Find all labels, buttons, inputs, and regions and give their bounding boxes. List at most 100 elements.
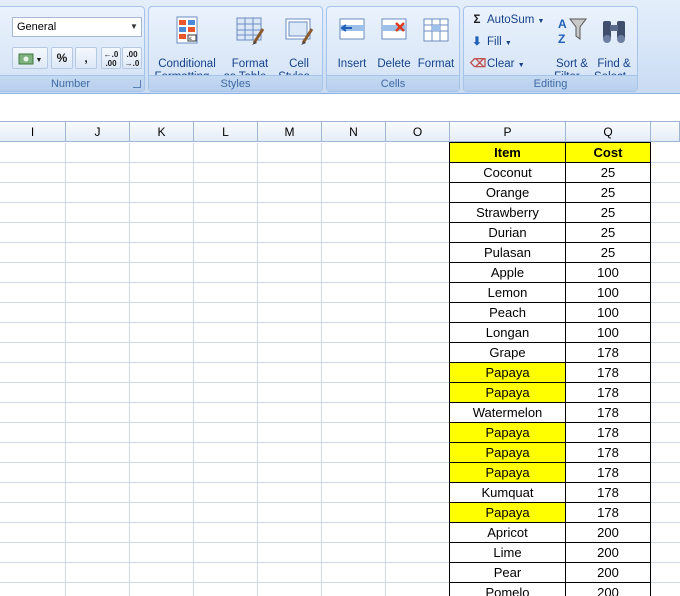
svg-text:Z: Z bbox=[558, 32, 565, 46]
item-cell[interactable]: Papaya bbox=[450, 423, 565, 442]
increase-decimal-icon: ←.0 .00 bbox=[103, 50, 119, 68]
formula-bar[interactable] bbox=[0, 94, 680, 122]
sort-filter-icon: A Z bbox=[558, 17, 587, 46]
table-row-border bbox=[449, 582, 651, 583]
item-cell[interactable]: Papaya bbox=[450, 383, 565, 402]
cost-cell[interactable]: 178 bbox=[566, 343, 650, 362]
cost-cell[interactable]: 178 bbox=[566, 443, 650, 462]
table-row-border bbox=[449, 462, 651, 463]
number-group-label: Number bbox=[0, 75, 144, 91]
item-cell[interactable]: Peach bbox=[450, 303, 565, 322]
item-cell[interactable]: Pomelo bbox=[450, 583, 565, 596]
column-header-r[interactable] bbox=[651, 122, 680, 142]
cost-cell[interactable]: 178 bbox=[566, 383, 650, 402]
table-row-border bbox=[449, 242, 651, 243]
insert-cells-icon bbox=[339, 18, 365, 40]
percent-style-button[interactable]: % bbox=[51, 47, 73, 69]
chevron-down-icon: ▼ bbox=[130, 22, 138, 31]
item-cell[interactable]: Coconut bbox=[450, 163, 565, 182]
fill-down-icon: ⬇ bbox=[472, 36, 482, 48]
column-header-q[interactable]: Q bbox=[566, 122, 651, 142]
item-cell[interactable]: Papaya bbox=[450, 503, 565, 522]
item-cell[interactable]: Apple bbox=[450, 263, 565, 282]
cost-cell[interactable]: 25 bbox=[566, 163, 650, 182]
cost-cell[interactable]: 25 bbox=[566, 203, 650, 222]
dialog-launcher-icon[interactable] bbox=[133, 80, 141, 88]
column-header-n[interactable]: N bbox=[322, 122, 386, 142]
item-cell[interactable]: Kumquat bbox=[450, 483, 565, 502]
worksheet-grid[interactable]: Item Cost Coconut 25 Orange 25 Strawberry 25 Dur… bbox=[0, 142, 680, 596]
table-header-cost[interactable]: Cost bbox=[566, 143, 650, 162]
increase-decimal-button[interactable]: ←.0 .00 bbox=[101, 47, 121, 69]
sigma-icon: Σ bbox=[473, 14, 481, 26]
item-cell[interactable]: Grape bbox=[450, 343, 565, 362]
clear-button[interactable]: ⌫Clear ▼ bbox=[470, 55, 525, 73]
table-row-border bbox=[449, 342, 651, 343]
cost-cell[interactable]: 178 bbox=[566, 363, 650, 382]
cost-cell[interactable]: 25 bbox=[566, 183, 650, 202]
cost-cell[interactable]: 178 bbox=[566, 503, 650, 522]
cost-cell[interactable]: 25 bbox=[566, 223, 650, 242]
format-as-table-icon bbox=[236, 17, 265, 45]
comma-style-button[interactable]: , bbox=[75, 47, 97, 69]
cost-cell[interactable]: 178 bbox=[566, 403, 650, 422]
fill-button[interactable]: ⬇ Fill ▼ bbox=[470, 33, 512, 51]
column-headers: IJKLMNOPQ bbox=[0, 122, 680, 142]
column-header-p[interactable]: P bbox=[450, 122, 566, 142]
column-header-j[interactable]: J bbox=[66, 122, 130, 142]
column-header-m[interactable]: M bbox=[258, 122, 322, 142]
item-cell[interactable]: Pulasan bbox=[450, 243, 565, 262]
cost-cell[interactable]: 100 bbox=[566, 263, 650, 282]
item-cell[interactable]: Longan bbox=[450, 323, 565, 342]
svg-text:≤: ≤ bbox=[189, 36, 192, 42]
item-cell[interactable]: Strawberry bbox=[450, 203, 565, 222]
item-cell[interactable]: Papaya bbox=[450, 463, 565, 482]
item-cell[interactable]: Lemon bbox=[450, 283, 565, 302]
cost-cell[interactable]: 178 bbox=[566, 423, 650, 442]
table-row-border bbox=[449, 422, 651, 423]
item-cell[interactable]: Papaya bbox=[450, 363, 565, 382]
conditional-formatting-icon: ≤ bbox=[176, 16, 198, 44]
cost-cell[interactable]: 25 bbox=[566, 243, 650, 262]
gridline-vertical bbox=[321, 143, 322, 596]
cost-cell[interactable]: 178 bbox=[566, 483, 650, 502]
item-cell[interactable]: Durian bbox=[450, 223, 565, 242]
column-header-i[interactable]: I bbox=[0, 122, 66, 142]
cost-cell[interactable]: 100 bbox=[566, 303, 650, 322]
cost-cell[interactable]: 100 bbox=[566, 283, 650, 302]
table-header-item[interactable]: Item bbox=[450, 143, 565, 162]
table-row-border bbox=[449, 322, 651, 323]
item-cell[interactable]: Lime bbox=[450, 543, 565, 562]
item-cell[interactable]: Apricot bbox=[450, 523, 565, 542]
accounting-format-button[interactable]: ▼ bbox=[12, 47, 48, 69]
table-row-border bbox=[449, 482, 651, 483]
cost-cell[interactable]: 200 bbox=[566, 523, 650, 542]
table-row-border bbox=[449, 262, 651, 263]
table-row-border bbox=[449, 162, 651, 163]
item-cell[interactable]: Watermelon bbox=[450, 403, 565, 422]
autosum-button[interactable]: Σ AutoSum ▼ bbox=[470, 11, 545, 29]
cells-group-label: Cells bbox=[327, 75, 459, 91]
decrease-decimal-button[interactable]: .00 →.0 bbox=[122, 47, 142, 69]
cost-cell[interactable]: 178 bbox=[566, 463, 650, 482]
column-header-l[interactable]: L bbox=[194, 122, 258, 142]
styles-group-label: Styles bbox=[149, 75, 322, 91]
column-header-k[interactable]: K bbox=[130, 122, 194, 142]
number-group: General ▼ ▼ % , ←.0 .00 .00 →.0 Number bbox=[0, 6, 145, 92]
item-cell[interactable]: Papaya bbox=[450, 443, 565, 462]
currency-icon bbox=[18, 53, 34, 65]
cost-cell[interactable]: 100 bbox=[566, 323, 650, 342]
gridline-vertical bbox=[257, 143, 258, 596]
eraser-icon: ⌫ bbox=[470, 58, 487, 70]
cost-cell[interactable]: 200 bbox=[566, 543, 650, 562]
cost-cell[interactable]: 200 bbox=[566, 583, 650, 596]
item-cell[interactable]: Orange bbox=[450, 183, 565, 202]
table-row-border bbox=[449, 302, 651, 303]
cost-cell[interactable]: 200 bbox=[566, 563, 650, 582]
decrease-decimal-icon: .00 →.0 bbox=[124, 50, 140, 68]
item-cell[interactable]: Pear bbox=[450, 563, 565, 582]
table-row-border bbox=[449, 282, 651, 283]
number-format-dropdown[interactable]: General ▼ bbox=[12, 17, 142, 37]
column-header-o[interactable]: O bbox=[386, 122, 450, 142]
editing-group: Σ AutoSum ▼ ⬇ Fill ▼ ⌫Clear ▼ A Z Sort & F… bbox=[463, 6, 638, 92]
